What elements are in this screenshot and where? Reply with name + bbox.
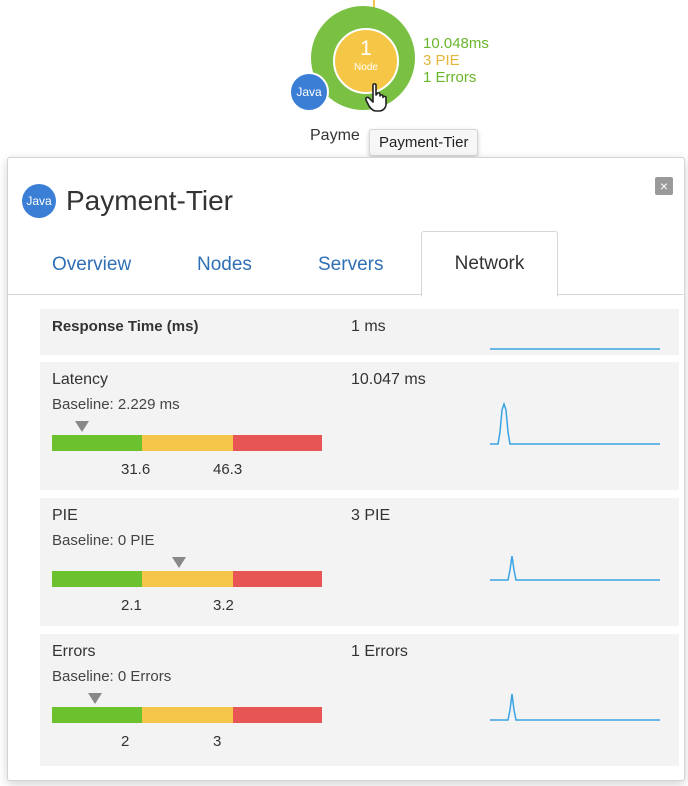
threshold-bar [52,571,322,587]
node-stat-pie: 3 PIE [423,52,460,69]
metric-value: 10.047 ms [351,371,426,388]
pie-sparkline [490,555,660,581]
java-icon: Java [289,72,329,112]
java-icon: Java [22,184,56,218]
metric-value: 1 Errors [351,643,408,660]
close-icon[interactable]: × [655,177,673,195]
threshold-warning [142,571,233,587]
errors-sparkline [490,693,660,721]
threshold-normal [52,707,142,723]
latency-sparkline [490,401,660,445]
baseline-marker [88,693,103,704]
panel-title: Payment-Tier [66,185,234,216]
baseline-marker [171,557,186,568]
threshold-critical [233,435,322,451]
threshold-warning [142,707,233,723]
metric-row-response-time: Response Time (ms) 1 ms [40,309,679,355]
tab-overview[interactable]: Overview [52,254,131,276]
metric-baseline: Baseline: 2.229 ms [52,396,180,413]
metric-name: PIE [52,507,78,524]
warning-threshold: 2 [121,733,130,750]
node-stat-response: 10.048ms [423,35,489,52]
hand-pointer-icon [365,83,387,112]
warning-threshold: 31.6 [121,461,151,478]
metric-name: Latency [52,371,109,388]
metric-row-latency: Latency 10.047 ms Baseline: 2.229 ms 31.… [40,362,679,490]
metric-row-errors: Errors 1 Errors Baseline: 0 Errors 2 3 [40,634,679,766]
node-tooltip: Payment-Tier [369,129,479,156]
metric-baseline: Baseline: 0 Errors [52,668,172,685]
node-stat-errors: 1 Errors [423,69,477,86]
node-count-label: Node [354,62,378,73]
metric-value: 1 ms [351,318,386,335]
node-count: 1 [360,37,372,60]
critical-threshold: 46.3 [213,461,243,478]
node-stats: 10.048ms 3 PIE 1 Errors [423,35,489,86]
threshold-bar [52,707,322,723]
critical-threshold: 3.2 [213,597,234,614]
threshold-critical [233,707,322,723]
threshold-critical [233,571,322,587]
response-time-sparkline [490,348,660,350]
critical-threshold: 3 [213,733,222,750]
tab-bar-divider [8,294,683,295]
metric-value: 3 PIE [351,507,391,524]
baseline-marker [74,421,89,432]
metric-name: Response Time (ms) [52,318,199,335]
metric-baseline: Baseline: 0 PIE [52,532,155,549]
threshold-warning [142,435,233,451]
node-name-label[interactable]: Payme [310,127,360,145]
threshold-normal [52,571,142,587]
metric-row-pie: PIE 3 PIE Baseline: 0 PIE 2.1 3.2 [40,498,679,626]
metric-name: Errors [52,643,96,660]
warning-threshold: 2.1 [121,597,142,614]
tab-servers[interactable]: Servers [318,254,383,276]
threshold-normal [52,435,142,451]
tab-nodes[interactable]: Nodes [197,254,252,276]
tab-network[interactable]: Network [421,231,558,297]
threshold-bar [52,435,322,451]
